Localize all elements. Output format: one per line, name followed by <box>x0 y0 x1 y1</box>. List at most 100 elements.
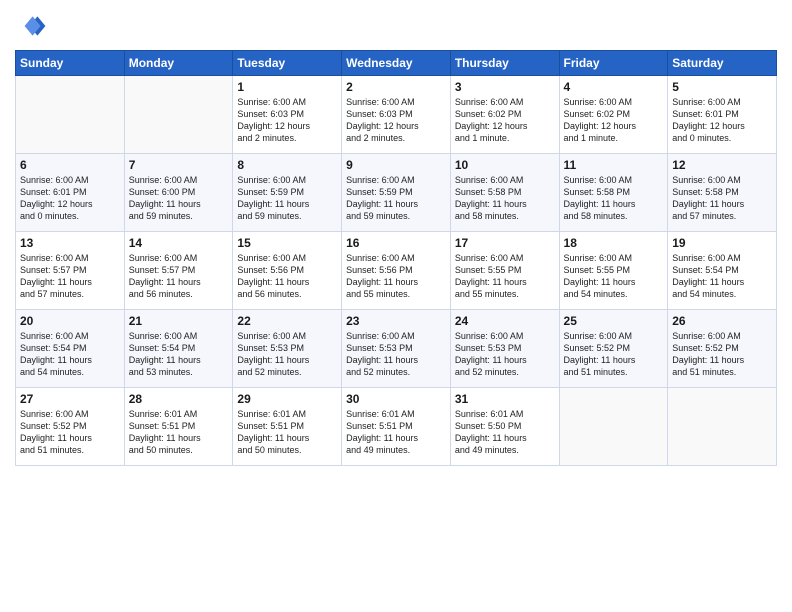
calendar-cell: 2Sunrise: 6:00 AM Sunset: 6:03 PM Daylig… <box>342 76 451 154</box>
header-cell-tuesday: Tuesday <box>233 51 342 76</box>
week-row-4: 27 Sunrise: 6:00 AM Sunset: 5:52 PM Dayli… <box>16 388 777 466</box>
cell-info: Sunrise: 6:00 AM Sunset: 5:53 PM Dayligh… <box>455 330 555 379</box>
day-number: 10 <box>455 158 555 172</box>
calendar-cell <box>559 388 668 466</box>
day-number: 11 <box>564 158 664 172</box>
cell-info: Sunrise: 6:00 AM Sunset: 5:59 PM Dayligh… <box>237 174 337 223</box>
cell-info: Sunrise: 6:00 AM Sunset: 5:58 PM Dayligh… <box>455 174 555 223</box>
calendar-cell: 9 Sunrise: 6:00 AM Sunset: 5:59 PM Daylig… <box>342 154 451 232</box>
calendar-cell <box>124 76 233 154</box>
day-number: 1 <box>237 80 337 94</box>
cell-info: Sunrise: 6:00 AM Sunset: 5:57 PM Dayligh… <box>129 252 229 301</box>
day-number: 17 <box>455 236 555 250</box>
calendar-cell: 13 Sunrise: 6:00 AM Sunset: 5:57 PM Dayli… <box>16 232 125 310</box>
cell-info: Sunrise: 6:00 AM Sunset: 6:02 PM Dayligh… <box>455 96 555 145</box>
cell-info: Sunrise: 6:00 AM Sunset: 5:54 PM Dayligh… <box>129 330 229 379</box>
day-number: 25 <box>564 314 664 328</box>
header-cell-friday: Friday <box>559 51 668 76</box>
calendar-cell: 15 Sunrise: 6:00 AM Sunset: 5:56 PM Dayli… <box>233 232 342 310</box>
cell-info: Sunrise: 6:00 AM Sunset: 5:56 PM Dayligh… <box>346 252 446 301</box>
header-cell-monday: Monday <box>124 51 233 76</box>
day-number: 19 <box>672 236 772 250</box>
calendar-cell: 29 Sunrise: 6:01 AM Sunset: 5:51 PM Dayli… <box>233 388 342 466</box>
cell-info: Sunrise: 6:00 AM Sunset: 6:01 PM Dayligh… <box>20 174 120 223</box>
calendar-cell: 14 Sunrise: 6:00 AM Sunset: 5:57 PM Dayli… <box>124 232 233 310</box>
cell-info: Sunrise: 6:00 AM Sunset: 5:53 PM Dayligh… <box>237 330 337 379</box>
cell-info: Sunrise: 6:00 AM Sunset: 5:52 PM Dayligh… <box>20 408 120 457</box>
cell-info: Sunrise: 6:00 AM Sunset: 5:52 PM Dayligh… <box>672 330 772 379</box>
day-number: 29 <box>237 392 337 406</box>
cell-info: Sunrise: 6:00 AM Sunset: 6:01 PM Dayligh… <box>672 96 772 145</box>
cell-info: Sunrise: 6:00 AM Sunset: 5:56 PM Dayligh… <box>237 252 337 301</box>
day-number: 13 <box>20 236 120 250</box>
cell-info: Sunrise: 6:00 AM Sunset: 5:59 PM Dayligh… <box>346 174 446 223</box>
logo-icon <box>15 10 47 42</box>
day-number: 9 <box>346 158 446 172</box>
calendar-cell: 19 Sunrise: 6:00 AM Sunset: 5:54 PM Dayli… <box>668 232 777 310</box>
day-number: 22 <box>237 314 337 328</box>
day-number: 23 <box>346 314 446 328</box>
calendar-cell: 4 Sunrise: 6:00 AM Sunset: 6:02 PM Daylig… <box>559 76 668 154</box>
header-cell-thursday: Thursday <box>450 51 559 76</box>
week-row-0: 1Sunrise: 6:00 AM Sunset: 6:03 PM Daylig… <box>16 76 777 154</box>
day-number: 4 <box>564 80 664 94</box>
cell-info: Sunrise: 6:00 AM Sunset: 6:02 PM Dayligh… <box>564 96 664 145</box>
day-number: 12 <box>672 158 772 172</box>
cell-info: Sunrise: 6:00 AM Sunset: 5:54 PM Dayligh… <box>20 330 120 379</box>
header-row: SundayMondayTuesdayWednesdayThursdayFrid… <box>16 51 777 76</box>
calendar-cell: 26 Sunrise: 6:00 AM Sunset: 5:52 PM Dayli… <box>668 310 777 388</box>
calendar-cell: 17 Sunrise: 6:00 AM Sunset: 5:55 PM Dayli… <box>450 232 559 310</box>
cell-info: Sunrise: 6:00 AM Sunset: 5:58 PM Dayligh… <box>672 174 772 223</box>
page: SundayMondayTuesdayWednesdayThursdayFrid… <box>0 0 792 612</box>
day-number: 8 <box>237 158 337 172</box>
calendar-cell: 11Sunrise: 6:00 AM Sunset: 5:58 PM Dayli… <box>559 154 668 232</box>
day-number: 27 <box>20 392 120 406</box>
calendar-cell: 30 Sunrise: 6:01 AM Sunset: 5:51 PM Dayli… <box>342 388 451 466</box>
calendar-cell: 18Sunrise: 6:00 AM Sunset: 5:55 PM Dayli… <box>559 232 668 310</box>
day-number: 30 <box>346 392 446 406</box>
calendar-cell: 23 Sunrise: 6:00 AM Sunset: 5:53 PM Dayli… <box>342 310 451 388</box>
day-number: 20 <box>20 314 120 328</box>
day-number: 26 <box>672 314 772 328</box>
day-number: 7 <box>129 158 229 172</box>
day-number: 31 <box>455 392 555 406</box>
calendar-cell: 3 Sunrise: 6:00 AM Sunset: 6:02 PM Daylig… <box>450 76 559 154</box>
calendar-cell: 1Sunrise: 6:00 AM Sunset: 6:03 PM Daylig… <box>233 76 342 154</box>
cell-info: Sunrise: 6:00 AM Sunset: 5:52 PM Dayligh… <box>564 330 664 379</box>
day-number: 16 <box>346 236 446 250</box>
calendar-cell: 6 Sunrise: 6:00 AM Sunset: 6:01 PM Daylig… <box>16 154 125 232</box>
cell-info: Sunrise: 6:00 AM Sunset: 5:55 PM Dayligh… <box>455 252 555 301</box>
calendar-cell: 20 Sunrise: 6:00 AM Sunset: 5:54 PM Dayli… <box>16 310 125 388</box>
cell-info: Sunrise: 6:00 AM Sunset: 5:55 PM Dayligh… <box>564 252 664 301</box>
calendar-cell: 8 Sunrise: 6:00 AM Sunset: 5:59 PM Daylig… <box>233 154 342 232</box>
day-number: 21 <box>129 314 229 328</box>
calendar-cell: 27 Sunrise: 6:00 AM Sunset: 5:52 PM Dayli… <box>16 388 125 466</box>
calendar-cell: 16 Sunrise: 6:00 AM Sunset: 5:56 PM Dayli… <box>342 232 451 310</box>
calendar-cell: 24 Sunrise: 6:00 AM Sunset: 5:53 PM Dayli… <box>450 310 559 388</box>
day-number: 28 <box>129 392 229 406</box>
cell-info: Sunrise: 6:00 AM Sunset: 5:54 PM Dayligh… <box>672 252 772 301</box>
day-number: 6 <box>20 158 120 172</box>
cell-info: Sunrise: 6:00 AM Sunset: 5:57 PM Dayligh… <box>20 252 120 301</box>
calendar-cell <box>16 76 125 154</box>
day-number: 14 <box>129 236 229 250</box>
header <box>15 10 777 42</box>
calendar-cell: 31Sunrise: 6:01 AM Sunset: 5:50 PM Dayli… <box>450 388 559 466</box>
calendar-cell: 22 Sunrise: 6:00 AM Sunset: 5:53 PM Dayli… <box>233 310 342 388</box>
cell-info: Sunrise: 6:01 AM Sunset: 5:51 PM Dayligh… <box>237 408 337 457</box>
cell-info: Sunrise: 6:01 AM Sunset: 5:51 PM Dayligh… <box>129 408 229 457</box>
calendar-cell: 28 Sunrise: 6:01 AM Sunset: 5:51 PM Dayli… <box>124 388 233 466</box>
logo <box>15 10 51 42</box>
header-cell-sunday: Sunday <box>16 51 125 76</box>
week-row-1: 6 Sunrise: 6:00 AM Sunset: 6:01 PM Daylig… <box>16 154 777 232</box>
header-cell-wednesday: Wednesday <box>342 51 451 76</box>
day-number: 15 <box>237 236 337 250</box>
calendar-cell: 7Sunrise: 6:00 AM Sunset: 6:00 PM Daylig… <box>124 154 233 232</box>
day-number: 3 <box>455 80 555 94</box>
calendar-cell: 5Sunrise: 6:00 AM Sunset: 6:01 PM Daylig… <box>668 76 777 154</box>
day-number: 24 <box>455 314 555 328</box>
week-row-2: 13 Sunrise: 6:00 AM Sunset: 5:57 PM Dayli… <box>16 232 777 310</box>
calendar-table: SundayMondayTuesdayWednesdayThursdayFrid… <box>15 50 777 466</box>
cell-info: Sunrise: 6:01 AM Sunset: 5:51 PM Dayligh… <box>346 408 446 457</box>
cell-info: Sunrise: 6:00 AM Sunset: 5:53 PM Dayligh… <box>346 330 446 379</box>
